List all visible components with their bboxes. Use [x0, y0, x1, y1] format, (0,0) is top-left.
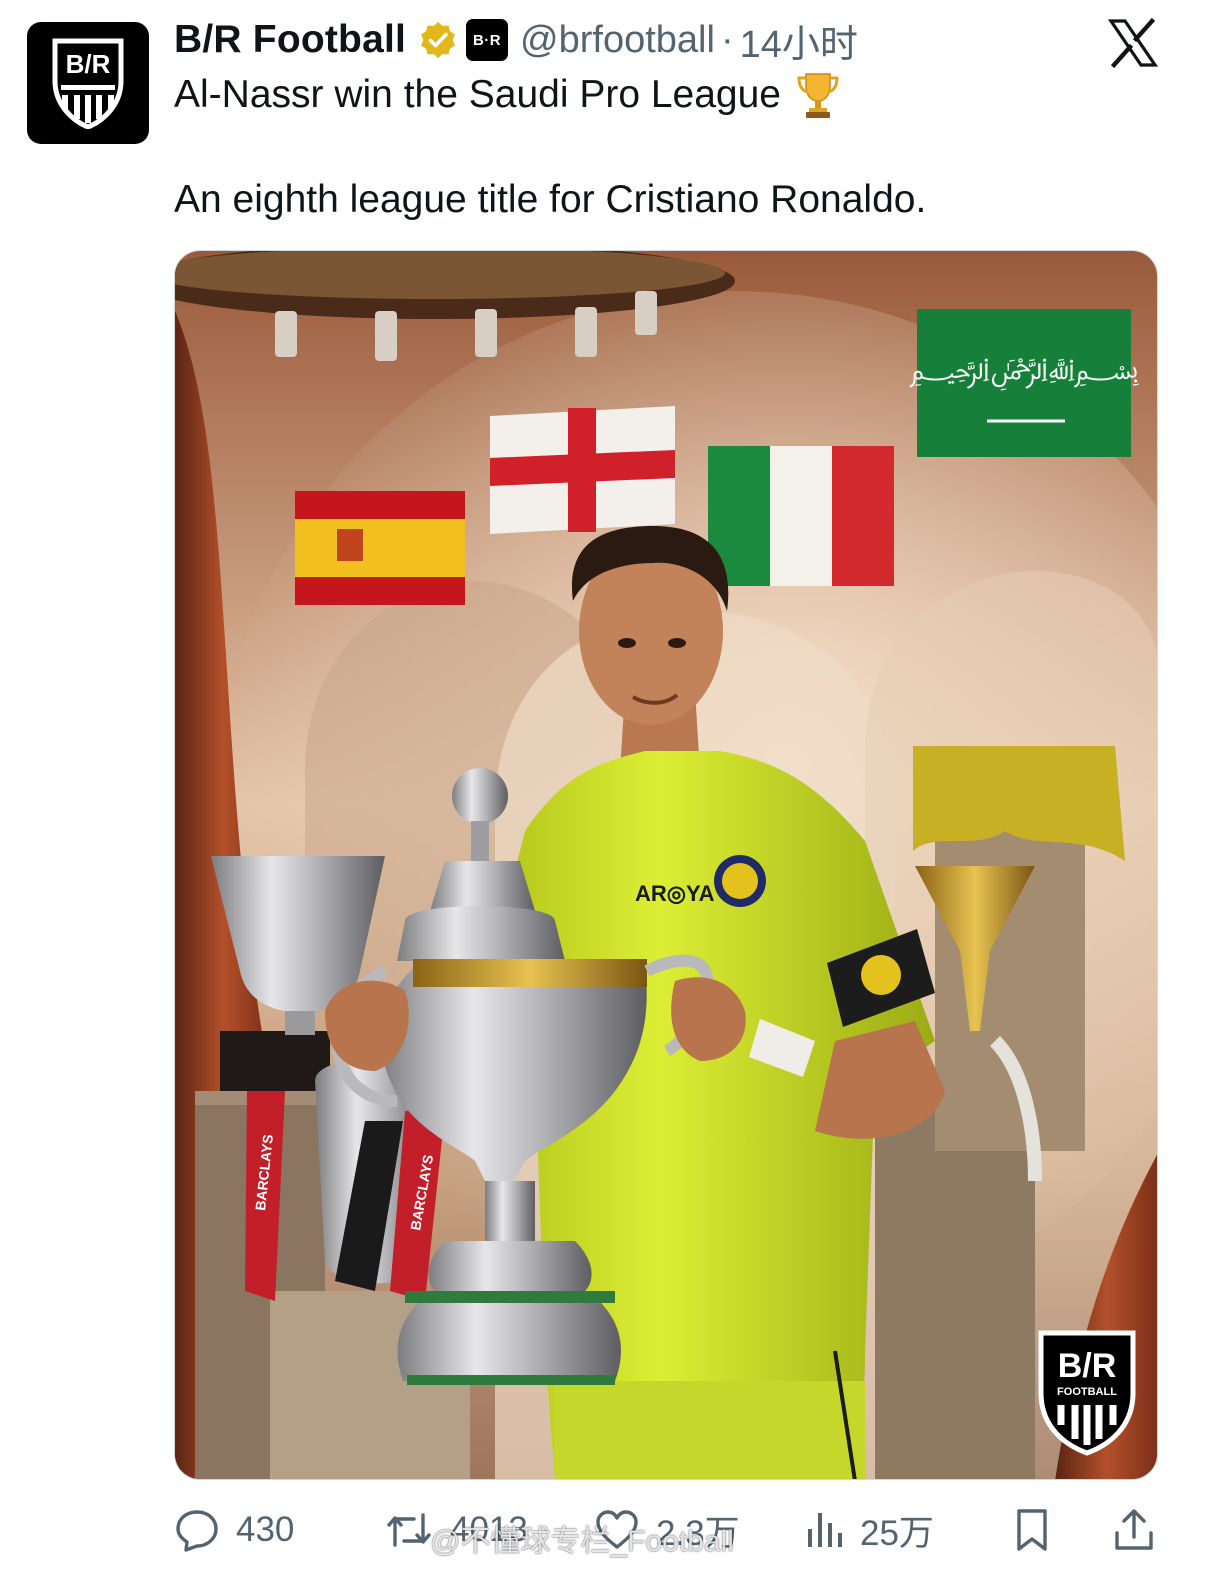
views-button[interactable]: 25万	[804, 1500, 934, 1560]
trophy-room-illustration: ﷽ BARCLAYS BARCLAYS AR◎YA B/R FOOTBALL	[175, 251, 1157, 1479]
tweet-text-line-1: Al-Nassr win the Saudi Pro League	[174, 70, 841, 120]
logo-sub-text: FOOTBALL	[1057, 1386, 1117, 1398]
share-button[interactable]	[1112, 1500, 1156, 1560]
like-button[interactable]: 2.3万	[594, 1500, 740, 1560]
separator-dot: ·	[720, 18, 734, 61]
tweet-text-line-2: An eighth league title for Cristiano Ron…	[174, 178, 927, 221]
bookmark-icon	[1017, 1509, 1047, 1551]
tweet-headline: Al-Nassr win the Saudi Pro League	[174, 73, 781, 116]
author-handle[interactable]: @brfootball	[520, 19, 715, 62]
svg-text:﷽: ﷽	[909, 352, 1139, 391]
timestamp[interactable]: 14小时	[740, 13, 858, 68]
tweet-header: B/R Football B·R @brfootball · 14小时	[174, 14, 1134, 66]
avatar-logo-text: B/R	[66, 49, 111, 79]
verified-badge-icon[interactable]	[418, 20, 458, 60]
trophy-emoji-icon	[795, 70, 841, 120]
tweet-media-image[interactable]: ﷽ BARCLAYS BARCLAYS AR◎YA B/R FOOTBALL	[174, 250, 1158, 1480]
author-avatar[interactable]: B/R	[27, 22, 149, 144]
br-shield-logo-icon: B/R	[52, 38, 124, 129]
logo-main-text: B/R	[1058, 1347, 1117, 1385]
repost-icon	[387, 1513, 431, 1547]
like-count: 2.3万	[656, 1513, 740, 1553]
x-logo-icon[interactable]	[1107, 17, 1159, 69]
like-icon	[596, 1510, 638, 1549]
affiliate-badge[interactable]: B·R	[466, 19, 509, 61]
name-row: B/R Football B·R @brfootball · 14小时	[174, 14, 1134, 66]
jersey-sponsor-text: AR◎YA	[635, 881, 715, 906]
reply-count: 430	[236, 1510, 295, 1549]
repost-count: 4013	[450, 1510, 528, 1549]
author-display-name[interactable]: B/R Football	[174, 18, 406, 62]
reply-button[interactable]: 430	[174, 1500, 294, 1560]
tweet-actions-bar: 430 4013 2.3万 25万	[174, 1500, 1164, 1560]
views-count: 25万	[860, 1513, 934, 1553]
repost-button[interactable]: 4013	[384, 1500, 528, 1560]
reply-icon	[176, 1510, 218, 1552]
bookmark-button[interactable]	[1012, 1500, 1052, 1560]
views-icon	[808, 1513, 842, 1547]
share-icon	[1115, 1509, 1153, 1550]
br-football-watermark-logo: B/R FOOTBALL	[1038, 1330, 1136, 1456]
